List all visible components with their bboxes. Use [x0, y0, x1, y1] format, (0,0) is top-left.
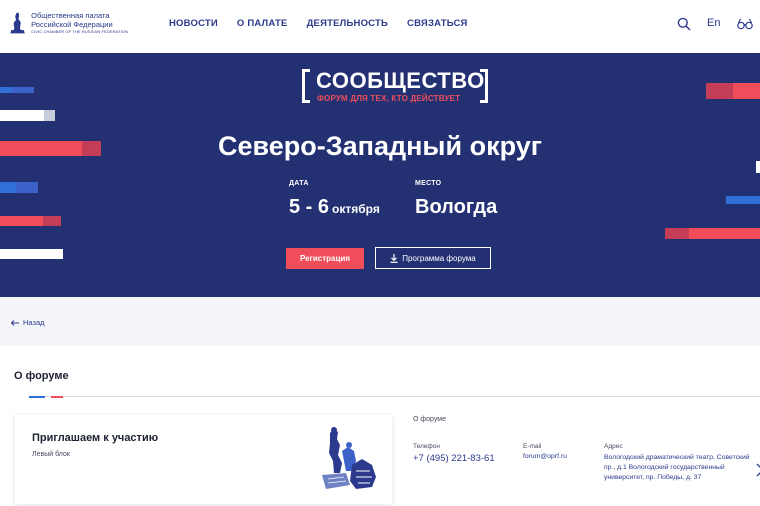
phone-link[interactable]: +7 (495) 221-83-61	[413, 453, 495, 464]
date-days: 5 - 6	[289, 196, 330, 218]
forum-program-button[interactable]: Программа форума	[375, 247, 491, 269]
back-strip: Назад	[0, 297, 760, 346]
nav-item-about[interactable]: О ПАЛАТЕ	[237, 18, 288, 29]
register-button[interactable]: Регистрация	[286, 248, 364, 269]
place-value: Вологда	[415, 196, 498, 218]
decor-stripe	[756, 161, 760, 173]
date-label: ДАТА	[289, 180, 309, 187]
decor-stripe	[12, 87, 34, 93]
decor-stripe	[44, 110, 55, 121]
email-link[interactable]: forum@oprf.ru	[523, 453, 567, 460]
forum-program-label: Программа форума	[402, 253, 476, 263]
email-label: E-mail	[523, 443, 542, 450]
decor-stripe	[0, 110, 44, 121]
logo-line-2: Российской Федерации	[31, 19, 113, 29]
phone-label: Телефон	[413, 443, 440, 450]
card-title: Приглашаем к участию	[32, 432, 159, 444]
chamber-emblem-icon	[10, 12, 25, 34]
brand-subtitle: ФОРУМ ДЛЯ ТЕХ, КТО ДЕЙСТВУЕТ	[317, 94, 461, 103]
divider-mark-red	[51, 396, 63, 398]
address-label: Адрес	[604, 443, 623, 450]
info-heading: О форуме	[413, 416, 446, 423]
download-icon	[390, 253, 398, 263]
back-label: Назад	[23, 318, 45, 327]
monument-icon	[322, 427, 376, 489]
decor-stripe	[706, 83, 733, 99]
forum-brand: СООБЩЕСТВО ФОРУМ ДЛЯ ТЕХ, КТО ДЕЙСТВУЕТ	[302, 67, 488, 107]
decor-stripe	[0, 249, 63, 259]
brand-title: СООБЩЕСТВО	[316, 68, 485, 93]
language-switch[interactable]: En	[707, 17, 720, 29]
nav-item-contact[interactable]: СВЯЗАТЬСЯ	[407, 18, 468, 29]
decor-stripe	[43, 216, 61, 226]
invite-card: Приглашаем к участию Левый блок	[15, 415, 392, 504]
main-nav: НОВОСТИ О ПАЛАТЕ ДЕЯТЕЛЬНОСТЬ СВЯЗАТЬСЯ	[169, 18, 487, 29]
header-tools: En	[640, 14, 760, 34]
section-divider	[29, 396, 760, 397]
page: Общественная палата Российской Федерации…	[0, 0, 760, 506]
decor-stripe	[689, 228, 760, 239]
divider-mark-blue	[29, 396, 45, 398]
hero-banner: СООБЩЕСТВО ФОРУМ ДЛЯ ТЕХ, КТО ДЕЙСТВУЕТ …	[0, 53, 760, 297]
page-title: Северо-Западный округ	[217, 131, 542, 161]
logo[interactable]: Общественная палата Российской Федерации…	[8, 7, 128, 39]
address-value: Вологодский драматический театр, Советск…	[604, 454, 750, 481]
nav-item-news[interactable]: НОВОСТИ	[169, 18, 218, 29]
decor-stripe	[0, 182, 16, 193]
logo-line-1: Общественная палата	[31, 11, 110, 20]
date-month: октября	[332, 202, 380, 216]
card-subtitle: Левый блок	[32, 451, 70, 458]
decor-stripe	[16, 182, 38, 193]
place-label: МЕСТО	[415, 180, 442, 187]
arrow-left-icon	[11, 319, 19, 326]
glasses-icon[interactable]	[737, 18, 753, 30]
decor-stripe	[0, 87, 12, 93]
brand-bracket-left	[302, 69, 310, 103]
logo-line-3: CIVIC CHAMBER OF THE RUSSIAN FEDERATION	[31, 29, 128, 34]
decor-stripe	[726, 196, 760, 204]
decor-stripe	[665, 228, 689, 239]
nav-item-activity[interactable]: ДЕЯТЕЛЬНОСТЬ	[307, 18, 388, 29]
decor-stripe	[0, 216, 43, 226]
chevron-right-icon[interactable]	[756, 463, 760, 477]
decor-stripe	[733, 83, 760, 99]
site-header: Общественная палата Российской Федерации…	[0, 0, 760, 53]
date-value: 5 - 6 октября	[289, 196, 380, 219]
search-icon[interactable]	[677, 17, 691, 31]
back-link[interactable]: Назад	[11, 318, 45, 327]
section-title: О форуме	[14, 370, 69, 382]
